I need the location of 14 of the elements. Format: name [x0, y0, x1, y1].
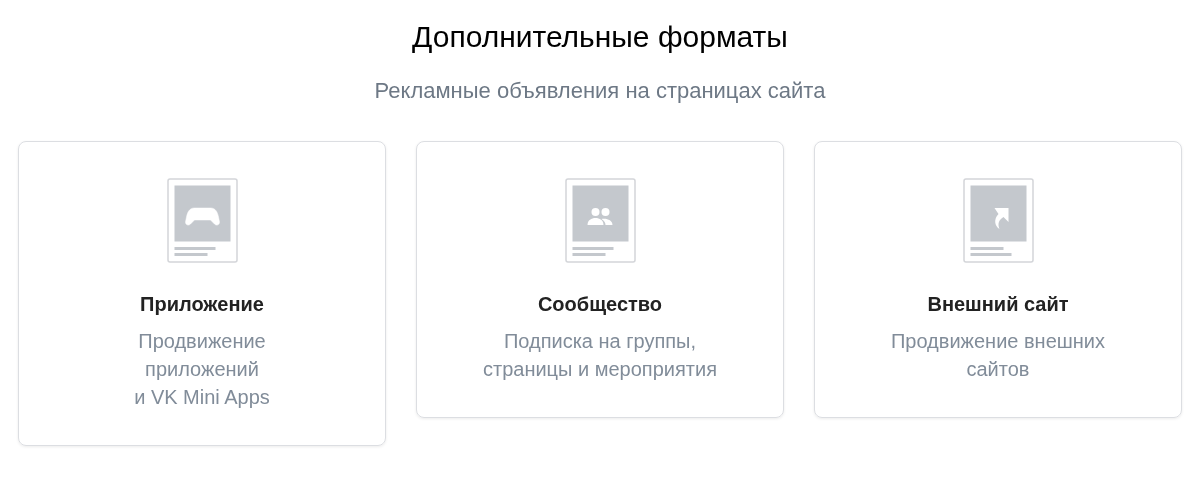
card-title: Сообщество	[537, 292, 663, 317]
format-card[interactable]: Приложение Продвижение приложений и VK Mini Apps	[18, 141, 386, 446]
section-subtitle: Рекламные объявления на страницах сайта	[374, 77, 826, 105]
format-card[interactable]: Сообщество Подписка на группы, страницы и мероприятия	[416, 141, 784, 418]
card-description: Продвижение внешних сайтов	[890, 329, 1106, 382]
arrow-card-icon	[962, 178, 1034, 263]
card-title: Внешний сайт	[927, 292, 1069, 317]
card-title: Приложение	[140, 292, 264, 317]
card-description: Подписка на группы, страницы и мероприятия	[483, 329, 717, 382]
section-title: Дополнительные форматы	[412, 19, 788, 55]
format-card[interactable]: Внешний сайт Продвижение внешних сайтов	[814, 141, 1182, 418]
card-description: Продвижение приложений и VK Mini Apps	[134, 329, 270, 410]
people-card-icon	[564, 178, 636, 263]
gamepad-card-icon	[166, 178, 238, 263]
